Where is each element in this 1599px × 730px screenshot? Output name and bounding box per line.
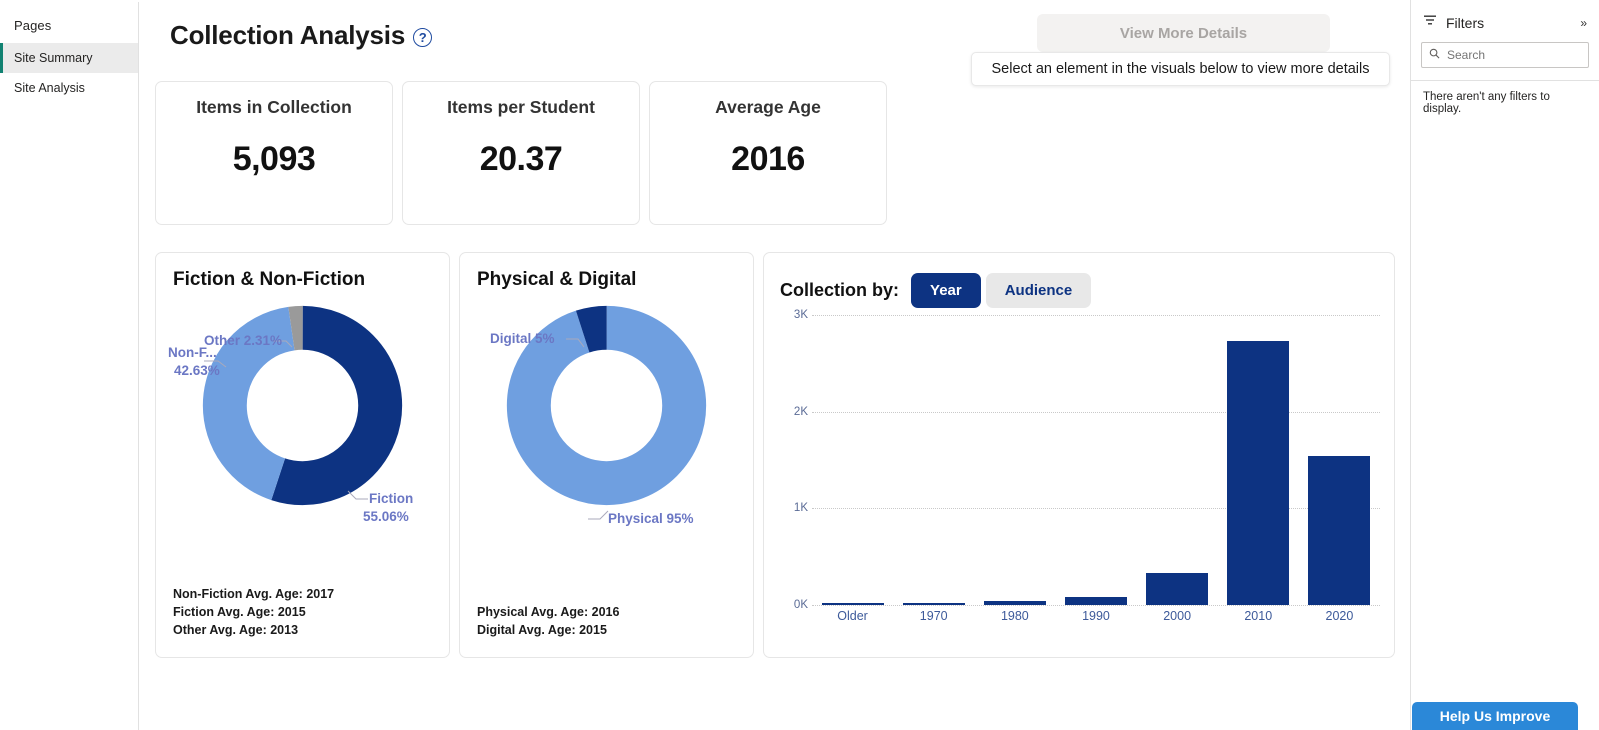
donut-slice-other[interactable] [202, 305, 403, 506]
fiction-nonfiction-chart-panel: Fiction & Non-Fiction Other 2.31% Non-F.… [155, 252, 450, 658]
filters-header: Filters » [1411, 0, 1599, 42]
chevron-right-icon[interactable]: » [1580, 16, 1589, 30]
x-label-1980: 1980 [1000, 609, 1029, 623]
footnote-other-age: Other Avg. Age: 2013 [173, 623, 299, 637]
bar-1990[interactable] [1064, 596, 1127, 605]
no-filters-message: There aren't any filters to display. [1423, 91, 1550, 115]
y-tick-2: 2K [793, 405, 808, 418]
bar-slot [1218, 315, 1299, 605]
kpi-card-items-in-collection[interactable]: Items in Collection 5,093 [155, 81, 393, 225]
y-axis: 0K 1K 2K 3K [774, 309, 808, 611]
bar-slot [1055, 315, 1136, 605]
pages-header: Pages [14, 18, 52, 33]
bar-slot [1299, 315, 1380, 605]
fiction-footnotes: Non-Fiction Avg. Age: 2017 Fiction Avg. … [173, 585, 334, 639]
kpi-card-items-per-student[interactable]: Items per Student 20.37 [402, 81, 640, 225]
view-more-details-button[interactable]: View More Details [1037, 14, 1330, 52]
x-label-older: Older [837, 609, 868, 623]
selection-hint-tooltip: Select an element in the visuals below t… [971, 52, 1390, 86]
kpi-label: Items in Collection [196, 97, 352, 117]
donut-label-fiction-name: Fiction [369, 491, 414, 506]
physical-footnotes: Physical Avg. Age: 2016 Digital Avg. Age… [477, 603, 619, 639]
toggle-audience-button[interactable]: Audience [985, 273, 1092, 308]
chart-title: Physical & Digital [477, 269, 637, 290]
power-bi-report: Pages Site Summary Site Analysis Collect… [0, 0, 1599, 730]
sidebar-item-label: Site Analysis [14, 81, 85, 95]
kpi-value: 5,093 [232, 140, 316, 178]
view-more-details-label: View More Details [1119, 24, 1248, 42]
sidebar-item-label: Site Summary [14, 51, 93, 65]
toggle-year-button[interactable]: Year [911, 273, 981, 308]
collection-by-control: Collection by: Year Audience [780, 273, 1092, 308]
filters-pane: Filters » There aren't any filters to di… [1411, 0, 1599, 730]
donut-slice-digital[interactable] [506, 305, 707, 506]
donut-label-digital: Digital 5% [490, 331, 555, 346]
physical-digital-chart-panel: Physical & Digital Digital 5% Physical 9… [459, 252, 754, 658]
bar-older[interactable] [821, 603, 884, 605]
sidebar-item-site-summary[interactable]: Site Summary [0, 43, 138, 73]
kpi-value: 2016 [731, 140, 805, 178]
selection-hint-text: Select an element in the visuals below t… [991, 61, 1370, 77]
x-label-1990: 1990 [1082, 609, 1110, 623]
bar-2010[interactable] [1227, 341, 1290, 605]
footnote-digital-age: Digital Avg. Age: 2015 [477, 623, 607, 637]
filter-icon [1423, 13, 1437, 32]
donut-label-nonfiction-value: 42.63% [174, 363, 220, 378]
bar-series [812, 315, 1380, 605]
help-us-improve-button[interactable]: Help Us Improve [1412, 702, 1578, 730]
donut-label-physical: Physical 95% [608, 511, 694, 526]
collection-by-toggle-group: Year Audience [911, 273, 1092, 308]
kpi-card-row: Items in Collection 5,093 Items per Stud… [155, 81, 887, 225]
collection-by-label: Collection by: [780, 280, 900, 300]
footnote-nonfiction-age: Non-Fiction Avg. Age: 2017 [173, 587, 335, 601]
kpi-label: Average Age [715, 97, 821, 117]
bar-slot [1137, 315, 1218, 605]
page-title: Collection Analysis ? [170, 20, 433, 51]
bar-1980[interactable] [983, 600, 1046, 605]
filters-search-input[interactable] [1447, 48, 1581, 62]
search-icon [1429, 46, 1440, 64]
bar-chart-plot: 0K 1K 2K 3K Older 1970 1980 1990 2000 2010 202… [774, 309, 1386, 645]
physical-donut-wrap: Digital 5% Physical 95% [460, 303, 753, 563]
footnote-fiction-age: Fiction Avg. Age: 2015 [173, 605, 306, 619]
kpi-label: Items per Student [447, 97, 595, 117]
chart-title: Fiction & Non-Fiction [173, 269, 366, 290]
x-label-2020: 2020 [1325, 609, 1354, 623]
y-tick-1: 1K [793, 502, 808, 515]
y-tick-0: 0K [793, 599, 808, 611]
x-axis-labels: Older 1970 1980 1990 2000 2010 2020 [812, 609, 1380, 623]
page-title-text: Collection Analysis [170, 20, 406, 50]
visuals-row: Fiction & Non-Fiction Other 2.31% Non-F.… [155, 252, 1395, 658]
bar-slot [812, 315, 893, 605]
x-label-2010: 2010 [1244, 609, 1273, 623]
donut-label-fiction-value: 55.06% [363, 509, 409, 524]
x-label-2000: 2000 [1163, 609, 1192, 623]
footnote-physical-age: Physical Avg. Age: 2016 [477, 605, 620, 619]
filters-title: Filters [1446, 14, 1485, 31]
collection-by-year-panel: Collection by: Year Audience 0K 1K 2K 3K [763, 252, 1395, 658]
bar-2000[interactable] [1146, 573, 1209, 605]
y-tick-3: 3K [793, 309, 808, 321]
bar-2020[interactable] [1308, 456, 1371, 605]
bar-slot [893, 315, 974, 605]
kpi-card-average-age[interactable]: Average Age 2016 [649, 81, 887, 225]
question-circle-icon[interactable]: ? [413, 27, 433, 47]
gridline-0k [812, 605, 1380, 606]
report-canvas: Collection Analysis ? View More Details … [139, 0, 1411, 730]
x-label-1970: 1970 [919, 609, 948, 623]
bar-1970[interactable] [902, 603, 965, 605]
sidebar-item-site-analysis[interactable]: Site Analysis [0, 73, 138, 103]
bar-slot [974, 315, 1055, 605]
pages-sidebar: Pages Site Summary Site Analysis [0, 0, 139, 730]
kpi-value: 20.37 [479, 140, 563, 178]
donut-label-nonfiction-name: Non-F... [168, 345, 217, 360]
fiction-donut-wrap: Other 2.31% Non-F... 42.63% Fiction 55.0… [156, 303, 449, 563]
filters-search-box[interactable] [1421, 42, 1589, 68]
